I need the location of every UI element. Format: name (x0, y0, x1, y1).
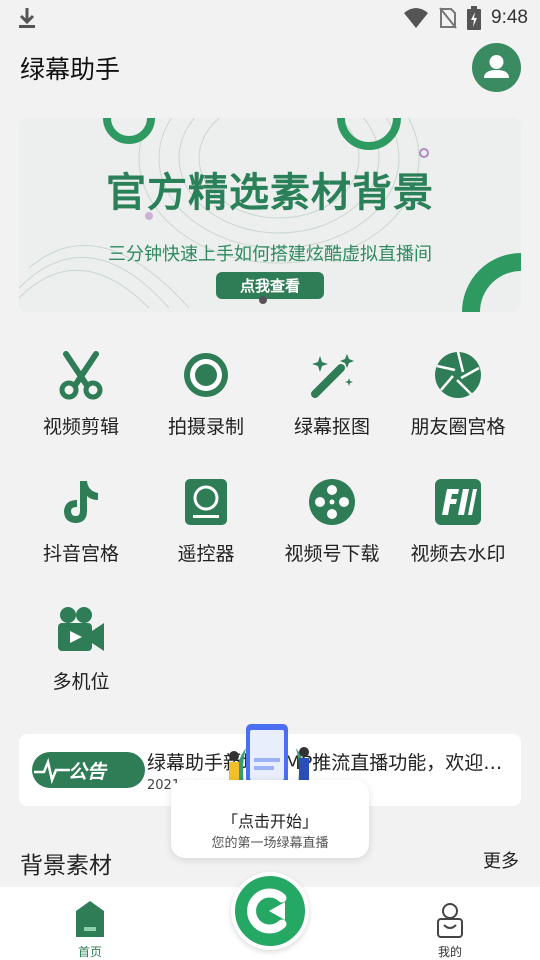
logo-icon (247, 888, 287, 934)
aperture-icon (435, 351, 481, 398)
feature-label: 遥控器 (177, 543, 235, 565)
start-live-popup[interactable]: 「点击开始」 您的第一场绿幕直播 (171, 780, 369, 858)
section-title: 背景素材 (20, 853, 112, 879)
nav-home-label: 首页 (77, 945, 102, 959)
remote-icon (185, 479, 227, 525)
feature-label: 抖音宫格 (42, 543, 119, 565)
profile-icon (437, 903, 463, 938)
carousel-indicator (259, 296, 267, 304)
feature-label: 视频剪辑 (42, 416, 119, 438)
home-icon (76, 901, 104, 937)
battery-charging-icon (467, 6, 482, 30)
tiktok-icon (64, 481, 98, 523)
user-icon (484, 55, 509, 78)
more-link[interactable]: 更多 (483, 847, 519, 873)
feature-green-screen-cutout[interactable]: 绿幕抠图 (267, 350, 397, 460)
magic-wand-icon (311, 354, 354, 398)
watermark-icon (435, 479, 481, 525)
feature-douyin-grid[interactable]: 抖音宫格 (16, 477, 146, 587)
banner-headline: 官方精选素材背景 (106, 170, 434, 216)
banner-view-button[interactable]: 点我查看 (216, 272, 324, 299)
feature-video-edit[interactable]: 视频剪辑 (16, 350, 146, 460)
feature-label: 朋友圈宫格 (410, 416, 506, 438)
scissors-icon (59, 351, 103, 400)
page-title: 绿幕助手 (20, 55, 121, 84)
avatar-button[interactable] (472, 43, 521, 92)
no-sim-icon (439, 7, 457, 29)
feature-label: 拍摄录制 (167, 416, 244, 438)
announcement-badge-label: 公告 (68, 761, 107, 783)
popup-title: 「点击开始」 (221, 812, 318, 831)
start-live-button[interactable] (231, 872, 309, 950)
feature-label: 视频去水印 (410, 543, 506, 565)
announcement-badge: 公告 (32, 752, 145, 788)
record-icon (184, 353, 228, 397)
feature-label: 绿幕抠图 (293, 416, 370, 438)
clock: 9:48 (491, 7, 528, 28)
feature-record[interactable]: 拍摄录制 (141, 350, 271, 460)
feature-moments-grid[interactable]: 朋友圈宫格 (393, 350, 523, 460)
feature-label: 视频号下载 (284, 543, 380, 565)
feature-channels-download[interactable]: 视频号下载 (267, 477, 397, 587)
banner-subtitle: 三分钟快速上手如何搭建炫酷虚拟直播间 (108, 244, 432, 265)
pulse-icon (34, 757, 70, 785)
feature-label: 多机位 (52, 671, 110, 693)
video-camera-icon (58, 607, 104, 651)
nav-mine[interactable]: 我的 (422, 897, 478, 959)
status-bar: 9:48 (0, 0, 540, 36)
promo-banner[interactable]: 官方精选素材背景 三分钟快速上手如何搭建炫酷虚拟直播间 点我查看 (19, 118, 521, 312)
popup-subtitle: 您的第一场绿幕直播 (211, 836, 329, 851)
wifi-icon (404, 8, 429, 28)
film-reel-icon (309, 479, 355, 525)
feature-multi-camera[interactable]: 多机位 (16, 605, 146, 715)
feature-remote[interactable]: 遥控器 (141, 477, 271, 587)
nav-mine-label: 我的 (437, 945, 462, 959)
nav-home[interactable]: 首页 (62, 897, 118, 959)
download-icon (19, 8, 35, 28)
feature-remove-watermark[interactable]: 视频去水印 (393, 477, 523, 587)
